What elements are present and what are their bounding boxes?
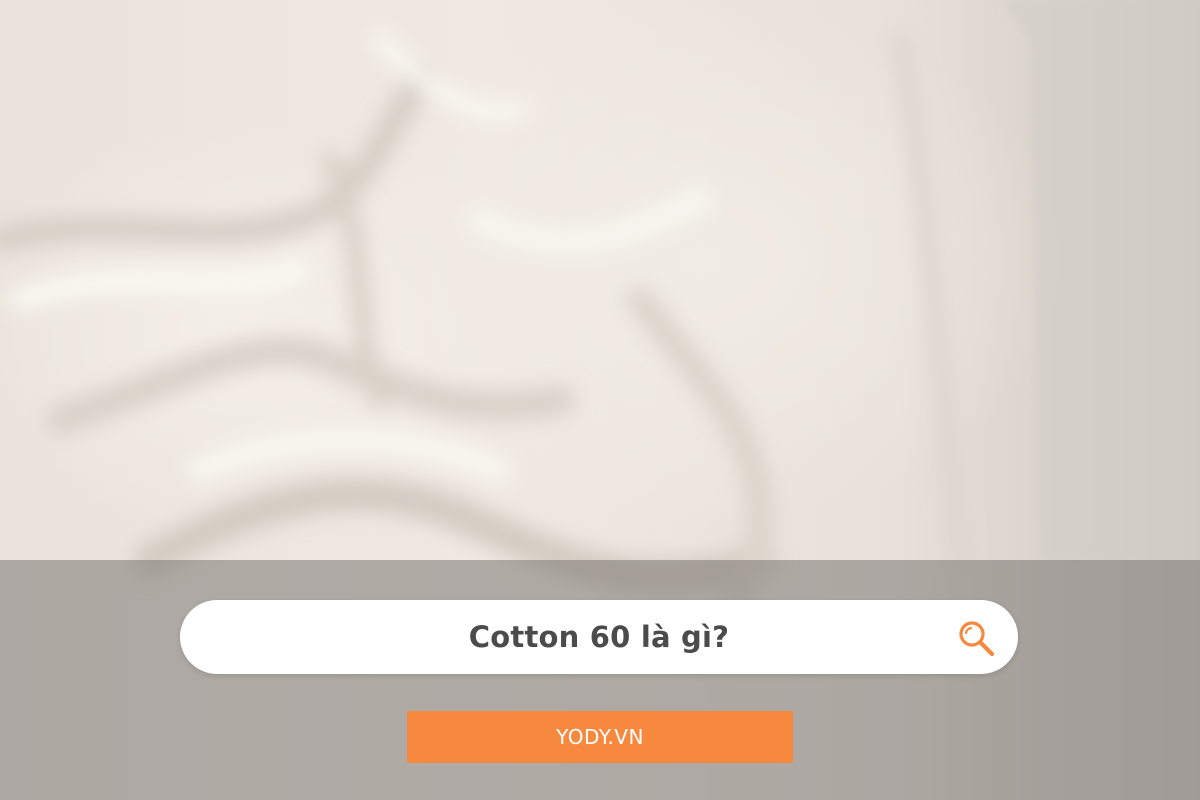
search-query-text: Cotton 60 là gì?	[468, 620, 730, 654]
overlay-band	[0, 560, 1200, 800]
search-bar[interactable]: Cotton 60 là gì?	[180, 600, 1018, 674]
brand-button[interactable]: YODY.VN	[407, 711, 793, 763]
search-icon[interactable]	[956, 618, 996, 658]
